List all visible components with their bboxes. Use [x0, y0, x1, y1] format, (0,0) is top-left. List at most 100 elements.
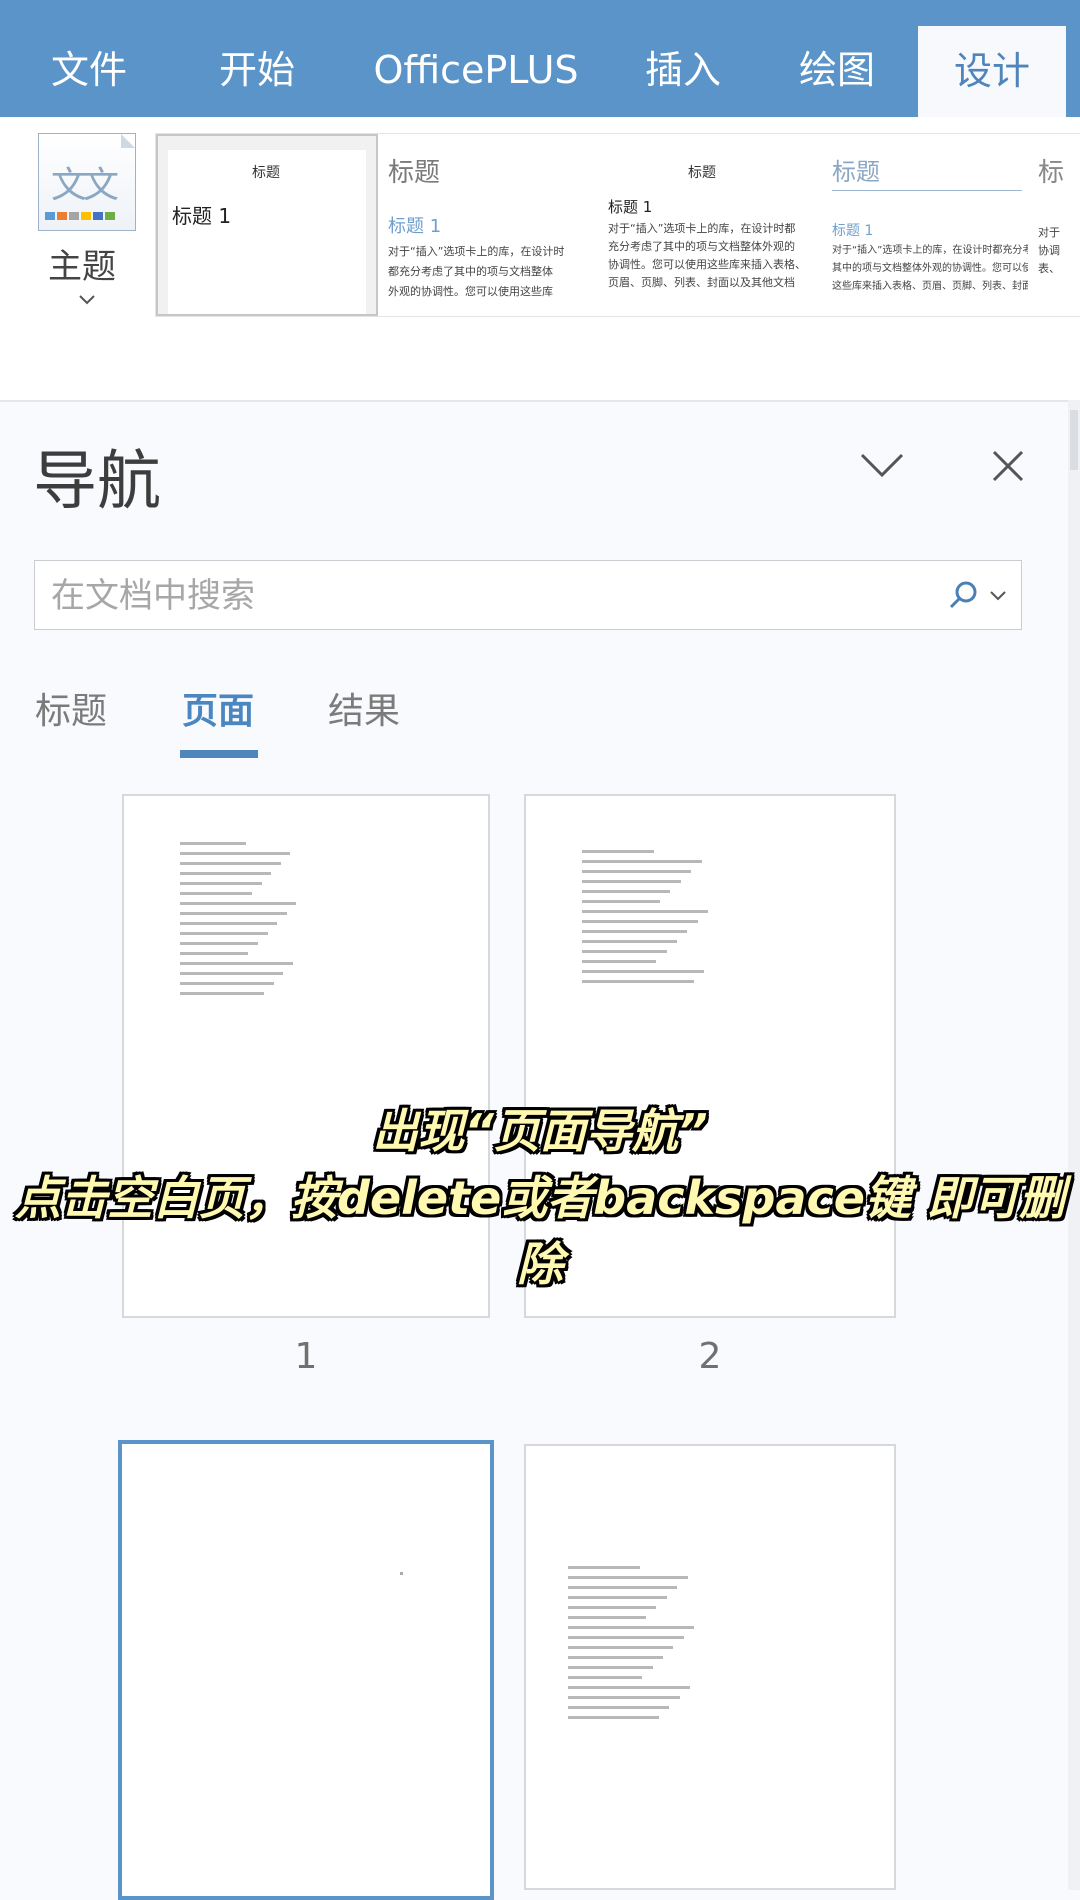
tab-results[interactable]: 结果	[328, 682, 400, 734]
text-line	[582, 860, 702, 863]
style-heading: 标题 1	[172, 204, 232, 228]
text-line	[582, 960, 657, 963]
cursor-mark	[400, 1572, 403, 1575]
page-thumbnails: 1 2	[0, 770, 1040, 1900]
text-line	[568, 1576, 688, 1579]
theme-color-swatches	[45, 212, 117, 220]
text-line	[568, 1606, 657, 1609]
text-line	[568, 1656, 663, 1659]
text-line	[568, 1706, 670, 1709]
style-title: 标题	[832, 158, 880, 186]
page-thumbnail-4[interactable]	[524, 1444, 896, 1890]
style-set-item[interactable]: 标题 标题 1 对于“插入”选项卡上的库，在设计时 都充分考虑了其中的项与文档整…	[384, 134, 602, 316]
search-box	[34, 560, 1022, 630]
text-line	[568, 1676, 643, 1679]
text-line	[180, 902, 297, 905]
text-line	[180, 842, 246, 845]
style-body: 对于“插入”选项卡上的库，在设计时都 充分考虑了其中的项与文档整体外观的 协调性…	[608, 222, 806, 289]
tab-file[interactable]: 文件	[20, 0, 158, 117]
page-text-lines	[180, 842, 300, 1002]
style-body: 对于 协调 表、	[1038, 226, 1060, 275]
close-icon[interactable]	[988, 446, 1028, 486]
text-line	[568, 1686, 691, 1689]
page-text-lines	[582, 850, 712, 990]
style-set-item[interactable]: 标 对于 协调 表、	[1036, 134, 1080, 316]
text-line	[582, 850, 654, 853]
text-line	[180, 922, 278, 925]
tab-design[interactable]: 设计	[918, 26, 1066, 117]
text-line	[568, 1716, 659, 1719]
style-set-item[interactable]: 标题 标题 1	[156, 134, 378, 316]
text-line	[568, 1646, 674, 1649]
text-line	[582, 950, 667, 953]
text-line	[582, 880, 681, 883]
tab-officeplus[interactable]: OfficePLUS	[356, 0, 596, 117]
caption-line-2: 点击空白页，按delete或者backspace键 即可删除	[15, 1171, 1065, 1291]
text-line	[180, 862, 281, 865]
style-set-item[interactable]: 标题 标题 1 对于“插入”选项卡上的库，在设计时都充分考虑了 其中的项与文档整…	[828, 134, 1028, 316]
theme-glyph: 文文	[51, 165, 119, 206]
tab-pages[interactable]: 页面	[182, 682, 254, 734]
style-title: 标题	[252, 165, 280, 181]
themes-label[interactable]: 主题	[48, 239, 116, 288]
style-heading: 标题 1	[832, 223, 874, 239]
text-line	[582, 900, 660, 903]
text-line	[180, 892, 252, 895]
tab-headings[interactable]: 标题	[35, 682, 107, 734]
chevron-down-icon[interactable]	[858, 445, 906, 485]
page-number: 1	[294, 1336, 318, 1377]
style-set-item[interactable]: 标题 标题 1 对于“插入”选项卡上的库，在设计时都 充分考虑了其中的项与文档整…	[604, 134, 822, 316]
text-line	[568, 1566, 640, 1569]
search-icon[interactable]	[947, 579, 981, 613]
page-fold-decoration	[121, 134, 135, 148]
text-line	[568, 1666, 653, 1669]
text-line	[582, 910, 709, 913]
text-line	[180, 992, 264, 995]
style-set-gallery: 标题 标题 1 标题 标题 1 对于“插入”选项卡上的库，在设计时 都充分考虑了…	[155, 133, 1080, 317]
text-line	[568, 1616, 646, 1619]
ribbon-tab-bar: 文件 开始 OfficePLUS 插入 绘图 设计	[0, 0, 1080, 117]
style-title: 标	[1038, 158, 1065, 188]
text-line	[180, 882, 262, 885]
tab-home[interactable]: 开始	[188, 0, 326, 117]
text-line	[180, 972, 284, 975]
text-line	[180, 932, 268, 935]
scrollbar-thumb[interactable]	[1070, 410, 1078, 470]
text-line	[180, 852, 291, 855]
chevron-down-icon[interactable]	[987, 585, 1009, 607]
text-line	[582, 940, 677, 943]
text-line	[582, 890, 671, 893]
text-line	[568, 1586, 678, 1589]
text-line	[180, 872, 272, 875]
nav-pane-title: 导航	[33, 445, 161, 519]
active-tab-indicator	[180, 750, 258, 758]
page-text-lines	[568, 1566, 698, 1726]
text-line	[568, 1596, 667, 1599]
tab-insert[interactable]: 插入	[614, 0, 752, 117]
text-line	[180, 962, 293, 965]
text-line	[180, 982, 274, 985]
text-line	[582, 870, 692, 873]
page-number: 2	[698, 1336, 722, 1377]
style-heading: 标题 1	[388, 216, 442, 237]
text-line	[582, 920, 698, 923]
style-body: 对于“插入”选项卡上的库，在设计时都充分考虑了 其中的项与文档整体外观的协调性。…	[832, 245, 1028, 292]
style-body: 对于“插入”选项卡上的库，在设计时 都充分考虑了其中的项与文档整体 外观的协调性…	[388, 245, 565, 298]
style-title: 标题	[688, 165, 716, 181]
search-input[interactable]	[49, 569, 953, 623]
divider	[832, 190, 1022, 191]
text-line	[568, 1636, 684, 1639]
text-line	[582, 930, 688, 933]
tab-draw[interactable]: 绘图	[768, 0, 906, 117]
text-line	[568, 1626, 695, 1629]
text-line	[582, 970, 705, 973]
text-line	[180, 952, 249, 955]
page-thumbnail-3-blank[interactable]	[118, 1440, 494, 1900]
text-line	[180, 942, 258, 945]
chevron-down-icon[interactable]	[78, 287, 96, 312]
style-preview: 标题 标题 1	[168, 150, 366, 314]
themes-button[interactable]: 文文	[38, 133, 136, 231]
style-title: 标题	[388, 158, 441, 188]
caption-line-1: 出现“页面导航”	[372, 1104, 708, 1158]
ribbon-design-panel: 文文 主题 标题 标题 1 标题 标题 1 对于“插入”选项卡上的库，在设计时 …	[0, 117, 1080, 402]
